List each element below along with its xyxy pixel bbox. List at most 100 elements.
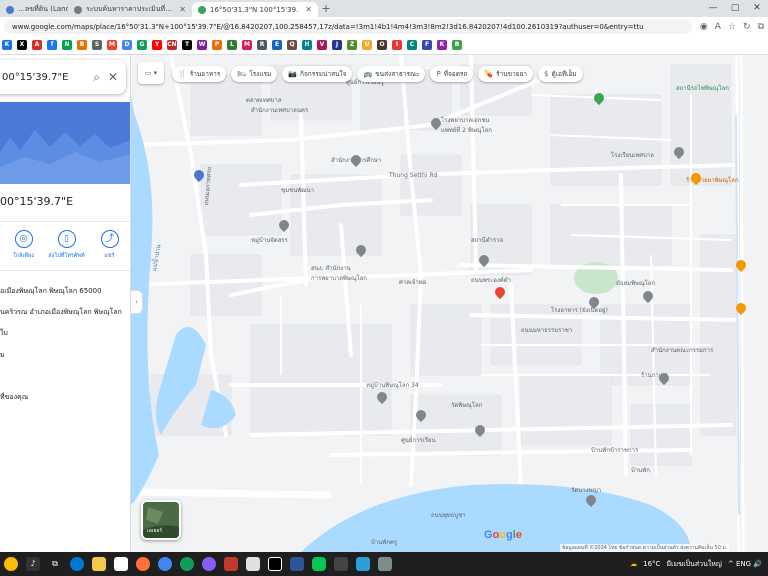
map-label[interactable]: หมู่บ้านจัดสรร	[251, 235, 288, 245]
bookmark-icon[interactable]: E	[272, 40, 282, 50]
search-input[interactable]: 00°15'39.7"E	[2, 72, 85, 83]
map-canvas[interactable]: ตลาดเทศบาล สำนักงานเทศบาลนคร ศูนย์การเรี…	[131, 55, 768, 552]
bookmark-icon[interactable]: O	[377, 40, 387, 50]
map-label[interactable]: แพทย์ที่ 2 พิษณุโลก	[441, 125, 492, 135]
bookmark-icon[interactable]: H	[302, 40, 312, 50]
bookmark-icon[interactable]: G	[137, 40, 147, 50]
chrome-profile-icon[interactable]	[180, 557, 194, 571]
chip-restaurants[interactable]: 🍴 ร้านอาหาร	[172, 66, 227, 82]
map-label[interactable]: การพยาบาลพิษณุโลก	[311, 273, 367, 283]
tiktok-icon[interactable]	[268, 557, 282, 571]
browser-tab-active[interactable]: 16°50'31.3"N 100°15'39.7"E - Go ✕	[192, 2, 318, 17]
chrome-icon[interactable]	[158, 557, 172, 571]
map-label[interactable]: โรงอาหาร (ยังเปิดอยู่)	[551, 305, 608, 315]
app-icon[interactable]	[334, 557, 348, 571]
word-icon[interactable]	[290, 557, 304, 571]
place-street-view-image[interactable]	[0, 102, 130, 184]
chip-parking[interactable]: P ที่จอดรถ	[430, 66, 474, 82]
chip-things-to-do[interactable]: 📷 กิจกรรมน่าสนใจ	[282, 66, 353, 82]
browser-tab[interactable]: ระบบค้นหาราคาประเมินที่ดินโดยพิจารณาจากเ…	[68, 2, 192, 17]
bookmark-icon[interactable]: M	[107, 40, 117, 50]
map-layers-button[interactable]: ▭ ▾	[138, 62, 164, 84]
new-tab-button[interactable]: +	[318, 2, 334, 17]
address-line[interactable]: อเมืองพิษณุโลก พิษณุโลก 65000	[0, 286, 102, 297]
close-window-button[interactable]: ✕	[746, 0, 768, 17]
weather-desc[interactable]: มีเมฆเป็นส่วนใหญ่	[666, 559, 721, 570]
map-label[interactable]: มัธยมพิษณุโลก	[616, 278, 655, 288]
refresh-icon[interactable]: ↻	[743, 22, 751, 32]
map-label[interactable]: โรงเรียนเทศบาล	[611, 150, 654, 160]
map-label[interactable]: บ้านพักครู	[371, 537, 397, 547]
map-label[interactable]: สถานีรถไฟพิษณุโลก	[676, 83, 729, 93]
store-icon[interactable]	[114, 557, 128, 571]
file-explorer-icon[interactable]	[92, 557, 106, 571]
tray-icons[interactable]: ^ ENG 🔊	[728, 560, 762, 568]
app-icon[interactable]	[224, 557, 238, 571]
bookmark-icon[interactable]: K	[2, 40, 12, 50]
browser-tab[interactable]: …ลขที่ดิน (LandsMaps	[0, 2, 68, 17]
map-label[interactable]: สำนักงานเทศบาลนคร	[251, 105, 308, 115]
map-label[interactable]: ศูนย์การเรียน	[401, 435, 436, 445]
music-icon[interactable]: ♪	[26, 557, 40, 571]
map-label[interactable]: ชุมชนพัฒนา	[281, 185, 314, 195]
bookmark-icon[interactable]: Y	[152, 40, 162, 50]
bookmark-icon[interactable]: P	[212, 40, 222, 50]
app-icon[interactable]	[378, 557, 392, 571]
translate-icon[interactable]: A	[715, 22, 721, 32]
tab-close-icon[interactable]: ✕	[305, 5, 312, 14]
search-box[interactable]: 00°15'39.7"E ⌕ ✕	[0, 60, 126, 94]
map-label[interactable]: ตลาดเทศบาล	[246, 95, 282, 105]
bookmark-icon[interactable]: X	[17, 40, 27, 50]
bookmark-icon[interactable]: Q	[287, 40, 297, 50]
app-icon[interactable]	[202, 557, 216, 571]
chip-pharmacies[interactable]: 💊 ร้านขายยา	[478, 66, 534, 82]
maximize-button[interactable]: ▢	[724, 0, 746, 17]
url-field[interactable]: www.google.com/maps/place/16°50'31.3"N+1…	[4, 19, 692, 34]
bookmark-icon[interactable]: L	[227, 40, 237, 50]
satellite-layer-toggle[interactable]: เลเยอร์	[141, 500, 181, 540]
notepad-icon[interactable]	[246, 557, 260, 571]
weather-icon[interactable]: ☁	[630, 560, 637, 568]
bookmark-icon[interactable]: CN	[167, 40, 177, 50]
bookmark-icon[interactable]: Z	[347, 40, 357, 50]
search-icon[interactable]: ⌕	[93, 70, 100, 85]
collapse-panel-button[interactable]: ‹	[131, 290, 143, 314]
task-view-icon[interactable]: ⧉	[48, 557, 62, 571]
bookmark-icon[interactable]: I	[392, 40, 402, 50]
bookmark-icon[interactable]: V	[317, 40, 327, 50]
user-avatar-icon[interactable]	[4, 557, 18, 571]
map-label[interactable]: วัดนางพญา	[571, 485, 601, 495]
firefox-icon[interactable]	[136, 557, 150, 571]
location-icon[interactable]: ◉	[700, 22, 708, 32]
map-label[interactable]: บ้านพักข้าราชการ	[591, 445, 638, 455]
map-label[interactable]: วัดพิษณุโลก	[451, 400, 482, 410]
bookmark-icon[interactable]: U	[362, 40, 372, 50]
bookmark-icon[interactable]: K	[437, 40, 447, 50]
bookmark-icon[interactable]: R	[257, 40, 267, 50]
bookmark-icon[interactable]: f	[47, 40, 57, 50]
bookmark-icon[interactable]: W	[197, 40, 207, 50]
map-label[interactable]: โรงพยาบาลเอกชน	[441, 115, 490, 125]
bookmark-star-icon[interactable]: ☆	[728, 22, 736, 32]
nearby-button[interactable]: ◎ ใกล้เคียง	[6, 230, 42, 260]
bookmark-icon[interactable]: T	[182, 40, 192, 50]
bookmark-icon[interactable]: S	[92, 40, 102, 50]
bookmark-icon[interactable]: N	[62, 40, 72, 50]
map-label[interactable]: หมู่บ้านพิษณุโลก 34	[366, 380, 419, 390]
add-place-line[interactable]: ที่ของคุณ	[0, 392, 28, 403]
share-button[interactable]: ⤴ แชร์	[92, 230, 128, 260]
extensions-icon[interactable]: ⧉	[758, 22, 764, 32]
plus-code-line[interactable]: นคริวรณ อำเภอเมืองพิษณุโลก พิษณุโลก	[0, 307, 122, 318]
minimize-button[interactable]: —	[702, 0, 724, 17]
bookmark-icon[interactable]: B	[77, 40, 87, 50]
info-line[interactable]: ใบ	[0, 328, 8, 339]
map-label[interactable]: สำนักงานคณะกรรมการ	[651, 345, 713, 355]
chip-atms[interactable]: $ ตู้เอทีเอ็ม	[538, 66, 583, 82]
bookmark-icon[interactable]: F	[422, 40, 432, 50]
info-line[interactable]: ม	[0, 350, 5, 361]
bookmark-icon[interactable]: B	[452, 40, 462, 50]
chip-transit[interactable]: 🚌 ขนส่งสาธารณะ	[357, 66, 426, 82]
line-icon[interactable]	[312, 557, 326, 571]
edge-icon[interactable]	[70, 557, 84, 571]
bookmark-icon[interactable]: C	[407, 40, 417, 50]
